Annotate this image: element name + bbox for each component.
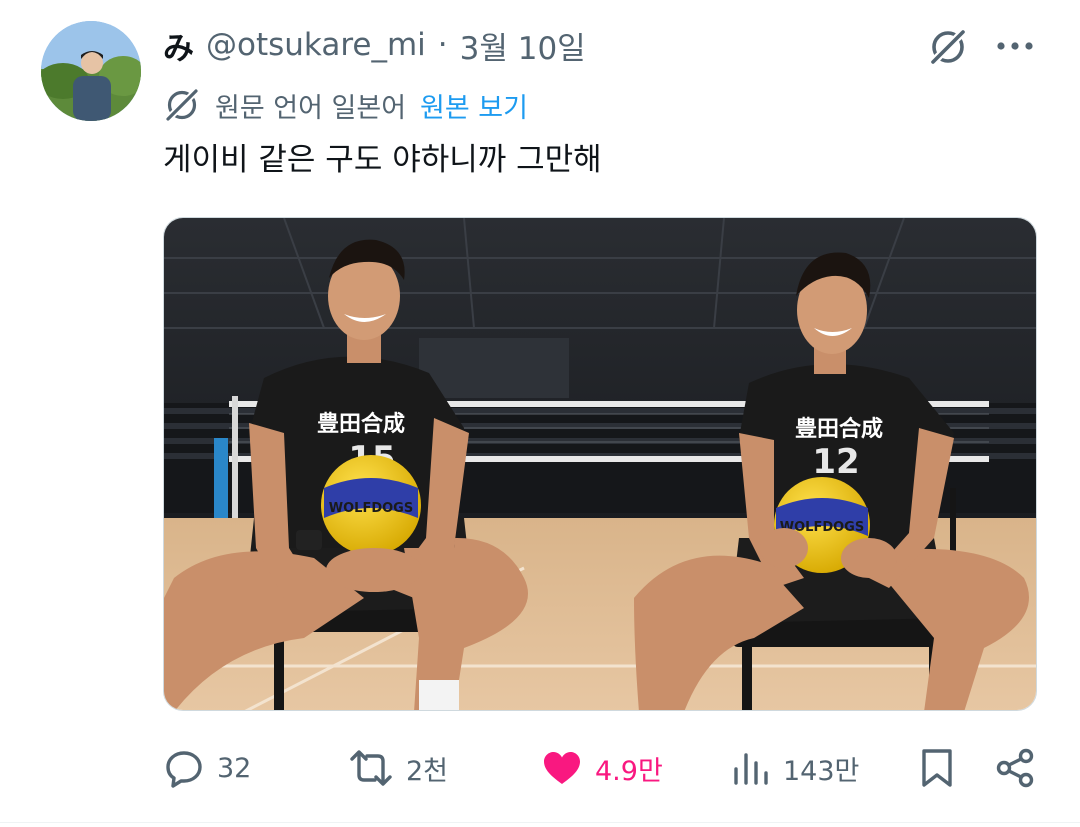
separator-dot: · <box>437 27 448 63</box>
translation-row: 원문 언어 일본어 원본 보기 <box>163 83 528 127</box>
right-jersey-number: 12 <box>812 442 859 482</box>
like-button[interactable]: 4.9만 <box>541 740 663 796</box>
user-handle[interactable]: @otsukare_mi <box>206 27 426 63</box>
tweet-media[interactable]: 豊田合成 15 WOLFDOGS <box>163 217 1037 711</box>
reply-icon <box>163 747 205 789</box>
heart-icon <box>541 747 583 789</box>
display-name[interactable]: み <box>163 23 194 68</box>
view-original-link[interactable]: 원본 보기 <box>420 86 528 125</box>
reply-button[interactable]: 32 <box>163 740 251 796</box>
more-icon[interactable] <box>994 28 1036 64</box>
media-photo: 豊田合成 15 WOLFDOGS <box>164 218 1036 710</box>
like-count: 4.9만 <box>595 755 663 787</box>
left-jersey-sponsor: 豊田合成 <box>317 411 405 437</box>
tweet-header: み @otsukare_mi · 3월 10일 <box>163 22 586 68</box>
reply-count: 32 <box>217 752 252 784</box>
views-count: 143만 <box>783 755 860 787</box>
left-ball-label: WOLFDOGS <box>329 501 413 516</box>
tweet-date[interactable]: 3월 10일 <box>460 23 586 68</box>
right-jersey-sponsor: 豊田合成 <box>795 416 883 442</box>
avatar-image <box>41 21 141 121</box>
retweet-button[interactable]: 2천 <box>348 740 448 796</box>
action-bar: 32 2천 4.9만 143만 <box>0 740 1080 796</box>
bookmark-icon <box>918 747 956 789</box>
tweet-text: 게이비 같은 구도 야하니까 그만해 <box>163 142 602 178</box>
retweet-count: 2천 <box>406 755 449 787</box>
share-button[interactable] <box>994 740 1036 796</box>
views-button[interactable]: 143만 <box>731 740 859 796</box>
views-icon <box>731 747 771 789</box>
bookmark-button[interactable] <box>918 740 956 796</box>
translation-icon <box>163 86 201 124</box>
retweet-icon <box>348 747 394 789</box>
divider <box>0 822 1080 823</box>
share-icon <box>994 747 1036 789</box>
source-language-label: 원문 언어 일본어 <box>215 92 407 124</box>
avatar[interactable] <box>41 21 141 121</box>
translate-icon[interactable] <box>925 24 971 70</box>
